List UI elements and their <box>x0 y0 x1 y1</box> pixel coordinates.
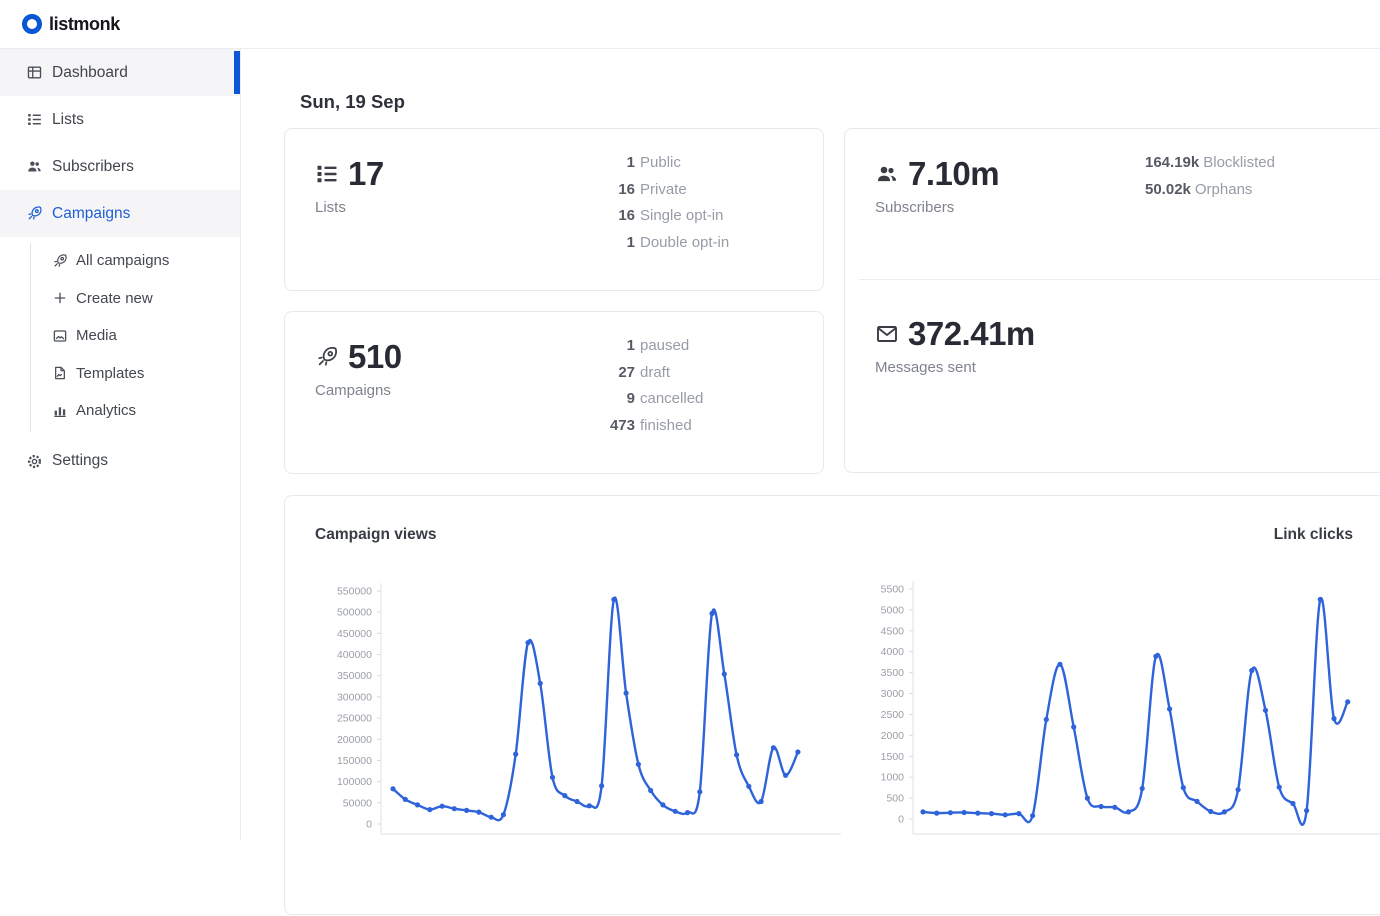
sidebar-item-campaigns[interactable]: Campaigns <box>0 190 240 237</box>
svg-text:450000: 450000 <box>337 628 372 640</box>
svg-text:200000: 200000 <box>337 734 372 746</box>
stat-row: 473finished <box>585 413 703 440</box>
page-title-date: Sun, 19 Sep <box>300 91 405 113</box>
bar-chart-icon <box>52 403 68 419</box>
stat-row: 16Single opt-in <box>585 203 729 230</box>
sidebar-item-label: Dashboard <box>52 64 128 82</box>
svg-text:300000: 300000 <box>337 691 372 703</box>
sidebar-item-label: Settings <box>52 452 108 470</box>
svg-text:3000: 3000 <box>881 688 905 700</box>
stat-row: 9cancelled <box>585 386 703 413</box>
stat-row: 1Public <box>585 150 729 177</box>
svg-text:3500: 3500 <box>881 667 905 679</box>
svg-text:500000: 500000 <box>337 607 372 619</box>
svg-text:5500: 5500 <box>881 584 905 596</box>
lists-breakdown: 1Public 16Private 16Single opt-in 1Doubl… <box>585 150 729 256</box>
stat-row: 27draft <box>585 360 703 387</box>
sidebar-item-label: Lists <box>52 111 84 129</box>
sidebar-item-label: Media <box>76 327 117 344</box>
sidebar-item-settings[interactable]: Settings <box>0 438 240 485</box>
svg-text:1500: 1500 <box>881 751 905 763</box>
sidebar-item-analytics[interactable]: Analytics <box>0 392 240 430</box>
svg-text:4500: 4500 <box>881 625 905 637</box>
campaigns-submenu: All campaigns Create new Media <box>0 237 240 438</box>
dashboard-charts: 5500005000004500004000003500003000002500… <box>285 496 1380 916</box>
svg-text:0: 0 <box>366 818 372 830</box>
sidebar-item-label: Analytics <box>76 402 136 419</box>
listmonk-logo[interactable]: listmonk <box>22 14 120 35</box>
svg-text:5000: 5000 <box>881 604 905 616</box>
svg-text:400000: 400000 <box>337 649 372 661</box>
stat-row: 16Private <box>585 177 729 204</box>
subscribers-breakdown: 164.19kBlocklisted 50.02kOrphans <box>1145 150 1275 203</box>
svg-text:1000: 1000 <box>881 772 905 784</box>
campaigns-card: 510 Campaigns 1paused 27draft 9cancelled… <box>284 311 824 474</box>
stat-row: 1paused <box>585 333 703 360</box>
stat-row: 1Double opt-in <box>585 230 729 257</box>
svg-text:2000: 2000 <box>881 730 905 742</box>
lists-icon <box>26 111 43 128</box>
svg-text:550000: 550000 <box>337 586 372 598</box>
svg-text:2500: 2500 <box>881 709 905 721</box>
svg-text:4000: 4000 <box>881 646 905 658</box>
lists-card-label: Lists <box>315 199 384 216</box>
listmonk-logo-text: listmonk <box>49 14 120 35</box>
svg-text:150000: 150000 <box>337 755 372 767</box>
campaigns-breakdown: 1paused 27draft 9cancelled 473finished <box>585 333 703 439</box>
dashboard-icon <box>26 64 43 81</box>
svg-text:350000: 350000 <box>337 670 372 682</box>
top-bar: listmonk <box>0 0 1380 49</box>
email-icon <box>875 322 899 346</box>
campaigns-card-label: Campaigns <box>315 382 402 399</box>
image-icon <box>52 328 68 344</box>
active-page-indicator <box>234 51 240 94</box>
card-divider <box>859 279 1380 280</box>
sidebar-item-media[interactable]: Media <box>0 317 240 355</box>
file-icon <box>52 365 68 381</box>
campaign-views-chart: 5500005000004500004000003500003000002500… <box>337 583 841 834</box>
listmonk-logo-icon <box>22 14 42 34</box>
link-clicks-chart: 5500500045004000350030002500200015001000… <box>881 581 1380 834</box>
sidebar-item-label: Templates <box>76 365 144 382</box>
sidebar-item-create-new[interactable]: Create new <box>0 280 240 318</box>
rocket-icon <box>26 205 43 222</box>
plus-icon <box>52 290 68 306</box>
lists-icon <box>315 162 339 186</box>
rocket-icon <box>315 345 339 369</box>
campaigns-count: 510 <box>348 340 402 373</box>
svg-text:0: 0 <box>898 814 904 826</box>
subscribers-icon <box>26 158 43 175</box>
messages-card-label: Messages sent <box>875 359 1035 376</box>
sidebar-item-subscribers[interactable]: Subscribers <box>0 143 240 190</box>
sidebar-item-all-campaigns[interactable]: All campaigns <box>0 242 240 280</box>
messages-count: 372.41m <box>908 317 1035 350</box>
charts-card: Campaign views Link clicks 5500005000004… <box>284 495 1380 915</box>
sidebar-item-dashboard[interactable]: Dashboard <box>0 49 240 96</box>
sidebar-item-templates[interactable]: Templates <box>0 355 240 393</box>
stat-row: 164.19kBlocklisted <box>1145 150 1275 177</box>
svg-text:100000: 100000 <box>337 776 372 788</box>
sidebar-item-label: All campaigns <box>76 252 169 269</box>
svg-text:250000: 250000 <box>337 713 372 725</box>
sidebar-item-label: Campaigns <box>52 205 130 223</box>
subscribers-count: 7.10m <box>908 157 999 190</box>
lists-count: 17 <box>348 157 384 190</box>
sidebar-item-label: Create new <box>76 290 153 307</box>
svg-text:500: 500 <box>886 793 904 805</box>
sidebar-item-lists[interactable]: Lists <box>0 96 240 143</box>
sidebar: Dashboard Lists Subscribers <box>0 49 241 840</box>
gear-icon <box>26 453 43 470</box>
lists-card: 17 Lists 1Public 16Private 16Single opt-… <box>284 128 824 291</box>
subscribers-card-label: Subscribers <box>875 199 999 216</box>
sidebar-item-label: Subscribers <box>52 158 134 176</box>
subscribers-icon <box>875 162 899 186</box>
rocket-icon <box>52 253 68 269</box>
subscribers-messages-card: 7.10m Subscribers 164.19kBlocklisted 50.… <box>844 128 1380 473</box>
stat-row: 50.02kOrphans <box>1145 177 1275 204</box>
svg-text:50000: 50000 <box>343 797 372 809</box>
